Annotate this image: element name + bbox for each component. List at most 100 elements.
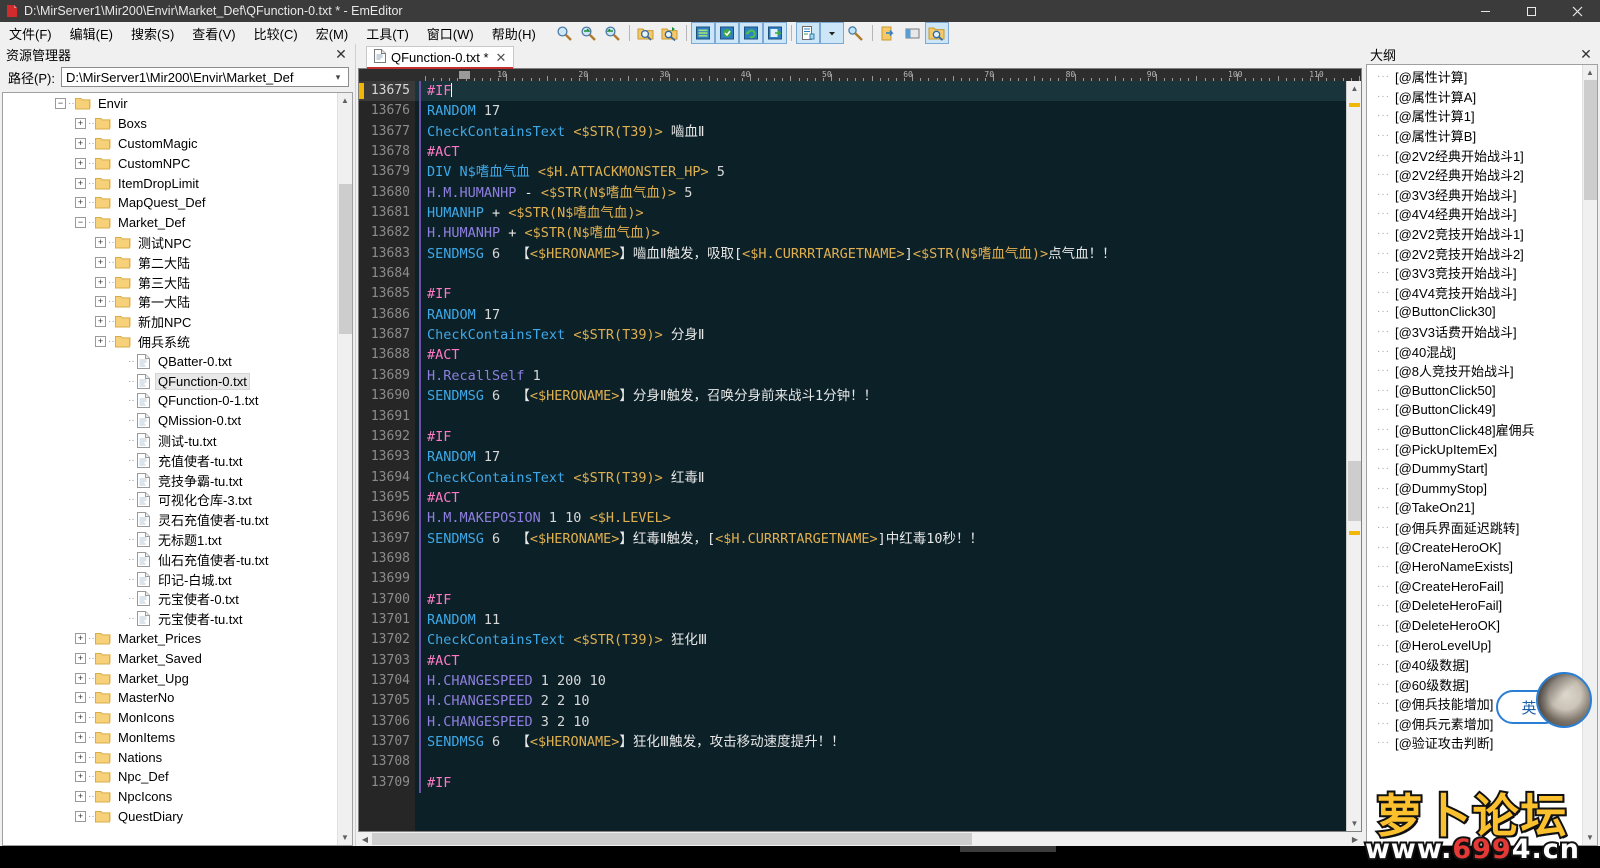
tree-folder-row[interactable]: + ·· CustomNPC <box>3 153 337 173</box>
tree-folder-row[interactable]: + ·· MonItems <box>3 728 337 748</box>
expand-toggle-icon[interactable]: + <box>75 712 86 724</box>
snippet-dropdown-icon[interactable] <box>819 22 844 44</box>
code-line[interactable]: #IF <box>415 772 1346 794</box>
code-text[interactable]: #IF RANDOM 17 CheckContainsText <$STR(T39)… <box>415 81 1346 831</box>
tree-folder-row[interactable]: + ·· 测试NPC <box>3 233 337 253</box>
open-folder-icon[interactable] <box>877 22 901 44</box>
code-line[interactable]: RANDOM 11 <box>415 609 1346 631</box>
code-line[interactable]: #IF <box>415 81 1346 102</box>
menu-help[interactable]: 帮助(H) <box>483 22 545 45</box>
editor-vertical-scrollbar[interactable]: ▲ ▼ <box>1346 81 1361 831</box>
code-line[interactable]: #IF <box>415 426 1346 448</box>
expand-toggle-icon[interactable]: + <box>75 811 86 823</box>
outline-item[interactable]: ··· [@HeroNameExists] <box>1367 557 1582 577</box>
file-tree[interactable]: − ·· Envir + ·· Boxs + ·· CustomMagic + ·· CustomNP… <box>3 93 337 845</box>
bookmark-icon[interactable] <box>714 22 739 44</box>
tree-folder-row[interactable]: − ·· Envir <box>3 94 337 114</box>
tree-file-row[interactable]: ·· 灵石充值使者-tu.txt <box>3 510 337 530</box>
code-line[interactable]: SENDMSG 6 【<$HERONAME>】红毒Ⅱ触发，[<$H.CURRRT… <box>415 528 1346 549</box>
tree-folder-row[interactable]: + ·· NpcIcons <box>3 787 337 807</box>
outline-item[interactable]: ··· [@属性计算1] <box>1367 106 1582 126</box>
tree-scroll-thumb[interactable] <box>338 184 352 334</box>
tree-scroll-down-icon[interactable]: ▼ <box>337 830 352 845</box>
avatar[interactable] <box>1536 672 1592 728</box>
filter-icon[interactable] <box>690 22 715 44</box>
code-line[interactable]: #IF <box>415 589 1346 610</box>
export-icon[interactable] <box>762 22 787 44</box>
expand-toggle-icon[interactable]: + <box>75 731 86 743</box>
split-view-icon[interactable] <box>901 22 925 44</box>
tree-file-row[interactable]: ·· 竞技争霸-tu.txt <box>3 470 337 490</box>
tree-file-row[interactable]: ·· 无标题1.txt <box>3 530 337 550</box>
outline-item[interactable]: ··· [@3V3话费开始战斗] <box>1367 322 1582 342</box>
expand-toggle-icon[interactable]: + <box>75 672 86 684</box>
tree-file-row[interactable]: ·· 元宝使者-tu.txt <box>3 609 337 629</box>
tree-folder-row[interactable]: + ·· CustomMagic <box>3 134 337 154</box>
outline-list[interactable]: ··· [@属性计算] ··· [@属性计算A] ··· [@属性计算1] ··· [@属性计… <box>1367 65 1582 845</box>
expand-toggle-icon[interactable]: + <box>95 296 106 308</box>
outline-item[interactable]: ··· [@DeleteHeroFail] <box>1367 596 1582 616</box>
minimize-button[interactable] <box>1462 0 1508 22</box>
find-prev-icon[interactable] <box>601 22 625 44</box>
outline-item[interactable]: ··· [@PickUpItemEx] <box>1367 439 1582 459</box>
outline-item[interactable]: ··· [@属性计算] <box>1367 67 1582 87</box>
menu-view[interactable]: 查看(V) <box>183 22 244 45</box>
menu-window[interactable]: 窗口(W) <box>418 22 483 45</box>
outline-item[interactable]: ··· [@2V2经典开始战斗2] <box>1367 165 1582 185</box>
expand-toggle-icon[interactable]: + <box>75 197 86 209</box>
tree-folder-row[interactable]: + ·· ItemDropLimit <box>3 173 337 193</box>
outline-item[interactable]: ··· [@DummyStop] <box>1367 478 1582 498</box>
code-line[interactable]: DIV N$嗜血气血 <$H.ATTACKMONSTER_HP> 5 <box>415 162 1346 183</box>
outline-item[interactable]: ··· [@ButtonClick49] <box>1367 400 1582 420</box>
outline-item[interactable]: ··· [@4V4竞技开始战斗] <box>1367 283 1582 303</box>
expand-toggle-icon[interactable]: + <box>95 276 106 288</box>
code-line[interactable]: #ACT <box>415 345 1346 366</box>
outline-scrollbar[interactable]: ▲ ▼ <box>1582 65 1597 845</box>
replace-in-files-icon[interactable] <box>658 22 682 44</box>
code-line[interactable]: CheckContainsText <$STR(T39)> 分身Ⅱ <box>415 325 1346 346</box>
tab-close-icon[interactable]: ✕ <box>494 50 509 66</box>
line-number-gutter[interactable]: 13675 13676 13677 13678 13679 13680 13681 13682… <box>359 81 415 831</box>
tree-file-row[interactable]: ·· 元宝使者-0.txt <box>3 589 337 609</box>
outline-item[interactable]: ··· [@2V2经典开始战斗1] <box>1367 145 1582 165</box>
expand-toggle-icon[interactable]: + <box>75 692 86 704</box>
code-line[interactable] <box>415 752 1346 773</box>
outline-scroll-thumb[interactable] <box>1583 80 1597 200</box>
chevron-down-icon[interactable]: ▾ <box>330 72 346 83</box>
menu-edit[interactable]: 编辑(E) <box>61 22 122 45</box>
code-line[interactable]: SENDMSG 6 【<$HERONAME>】狂化Ⅲ触发，攻击移动速度提升！！ <box>415 732 1346 753</box>
menu-macro[interactable]: 宏(M) <box>307 22 358 45</box>
expand-toggle-icon[interactable]: + <box>75 632 86 644</box>
outline-item[interactable]: ··· [@属性计算A] <box>1367 87 1582 107</box>
tree-file-row[interactable]: ·· 印记-白城.txt <box>3 569 337 589</box>
code-line[interactable]: #ACT <box>415 142 1346 163</box>
explorer-toggle-icon[interactable] <box>924 22 949 44</box>
find-next-icon[interactable] <box>577 22 601 44</box>
tree-scroll-up-icon[interactable]: ▲ <box>337 93 352 108</box>
find-icon[interactable] <box>553 22 577 44</box>
hscroll-left-icon[interactable]: ◀ <box>358 832 372 846</box>
tree-folder-row[interactable]: + ·· 佣兵系统 <box>3 332 337 352</box>
code-line[interactable]: CheckContainsText <$STR(T39)> 嚙血Ⅱ <box>415 121 1346 143</box>
outline-item[interactable]: ··· [@4V4经典开始战斗] <box>1367 204 1582 224</box>
tree-folder-row[interactable]: + ·· 第二大陆 <box>3 252 337 272</box>
tab-qfunction-0[interactable]: QFunction-0.txt * ✕ <box>366 46 515 69</box>
menu-search[interactable]: 搜索(S) <box>122 22 183 45</box>
code-line[interactable]: H.HUMANHP + <$STR(N$嗜血气血)> <box>415 223 1346 244</box>
outline-item[interactable]: ··· [@CreateHeroOK] <box>1367 537 1582 557</box>
tree-file-row[interactable]: ·· QBatter-0.txt <box>3 351 337 371</box>
code-line[interactable]: #ACT <box>415 650 1346 671</box>
code-line[interactable]: H.RecallSelf 1 <box>415 365 1346 387</box>
tree-folder-row[interactable]: + ·· Market_Prices <box>3 629 337 649</box>
menu-file[interactable]: 文件(F) <box>0 22 61 45</box>
tree-folder-row[interactable]: + ·· QuestDiary <box>3 807 337 827</box>
collapse-toggle-icon[interactable]: − <box>75 217 86 229</box>
outline-item[interactable]: ··· [@3V3经典开始战斗] <box>1367 185 1582 205</box>
tree-folder-row[interactable]: + ·· MasterNo <box>3 688 337 708</box>
code-line[interactable]: CheckContainsText <$STR(T39)> 狂化Ⅲ <box>415 630 1346 651</box>
outline-item[interactable]: ··· [@40级数据] <box>1367 655 1582 675</box>
code-line[interactable]: SENDMSG 6 【<$HERONAME>】分身Ⅱ触发，召唤分身前来战斗1分钟… <box>415 386 1346 407</box>
outline-item[interactable]: ··· [@CreateHeroFail] <box>1367 576 1582 596</box>
tree-scrollbar[interactable]: ▲ ▼ <box>337 93 352 845</box>
expand-toggle-icon[interactable]: + <box>75 157 86 169</box>
